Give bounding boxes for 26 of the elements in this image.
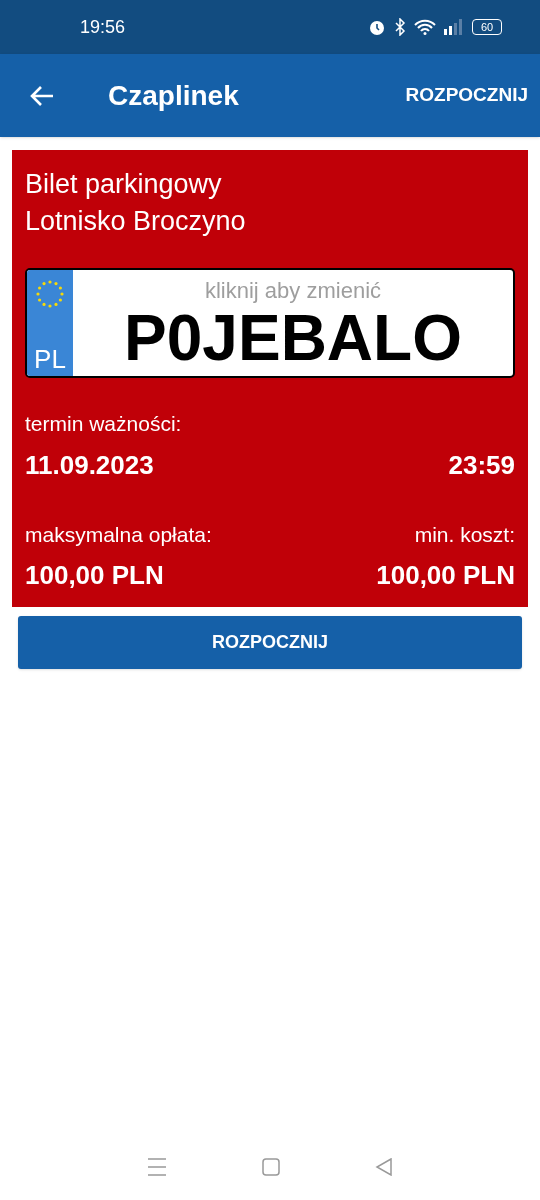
fee-label: min. koszt:	[414, 521, 515, 548]
status-time: 19:56	[80, 15, 126, 39]
fee-value: 100,00 PLN	[25, 559, 164, 592]
validity-label: termin ważności:	[25, 411, 183, 437]
menu-icon[interactable]	[147, 1158, 168, 1176]
battery-indicator: 60	[472, 19, 502, 35]
country-code: PL	[34, 343, 66, 376]
license-plate[interactable]: PL kliknij aby zmienić P0JEBALO	[25, 268, 515, 378]
validity-date: 11.09.2023	[25, 448, 154, 482]
back-icon[interactable]	[374, 1158, 393, 1176]
start-button[interactable]: ROZPOCZNIJ	[18, 616, 522, 669]
back-arrow-icon	[29, 84, 55, 107]
change-hint: kliknij aby zmienić	[204, 278, 382, 304]
home-icon[interactable]	[262, 1158, 280, 1176]
wifi-icon	[414, 19, 436, 35]
signal-icon	[444, 19, 464, 35]
alarm-clock-icon	[368, 18, 386, 36]
validity-time: 23:59	[448, 448, 515, 482]
fee-value: 100,00 PLN	[376, 559, 515, 592]
ticket-title: Bilet parkingowy	[25, 168, 223, 201]
fee-label: maksymalna opłata:	[25, 521, 212, 548]
start-action-button[interactable]: ROZPOCZNIJ	[405, 81, 528, 110]
plate-number: P0JEBALO	[124, 304, 462, 372]
screen-title: Czaplinek	[108, 78, 239, 113]
ticket-title: Lotnisko Broczyno	[25, 205, 247, 238]
bluetooth-icon	[394, 18, 406, 36]
